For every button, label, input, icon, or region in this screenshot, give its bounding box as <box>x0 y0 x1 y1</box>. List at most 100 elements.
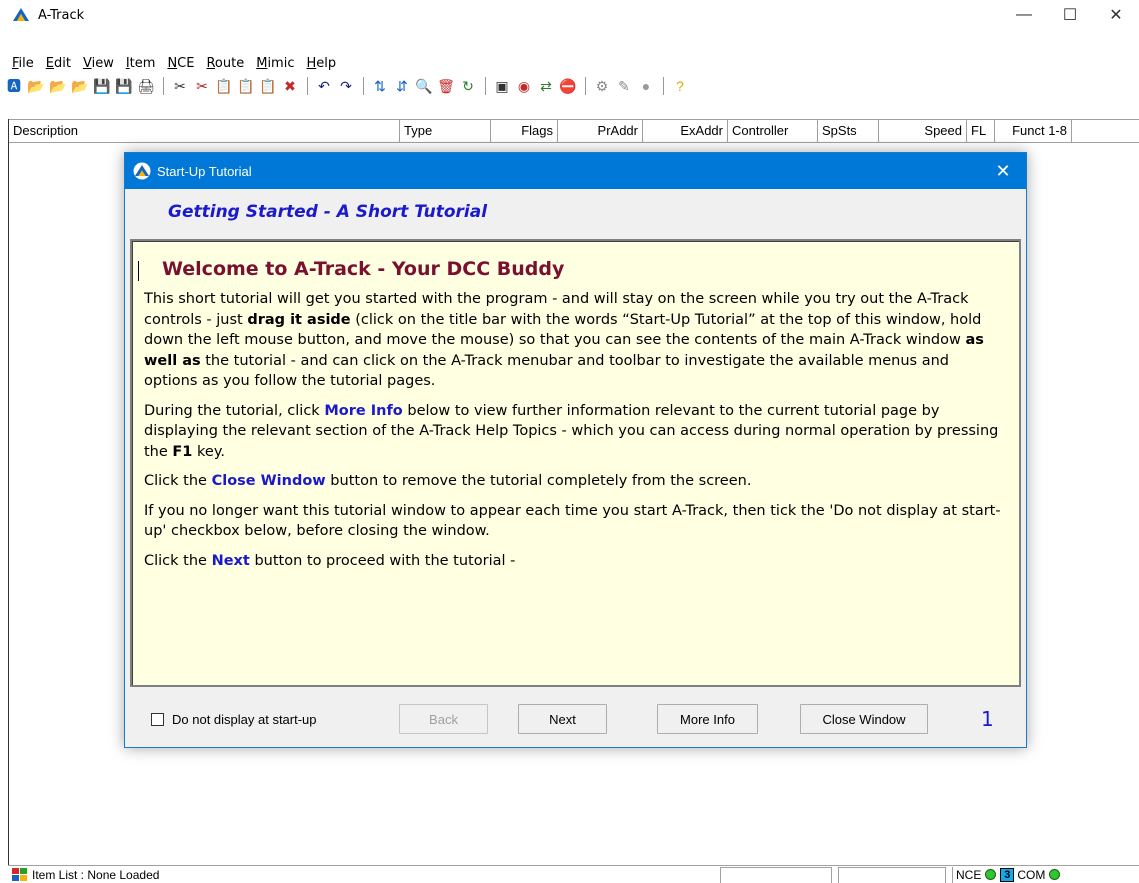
save-as-icon[interactable]: 💾 <box>114 77 134 95</box>
sort-icon[interactable]: ⇅ <box>370 77 390 95</box>
route-icon[interactable]: ⇄ <box>536 77 556 95</box>
menu-file[interactable]: File <box>6 56 40 71</box>
toolbar-separator <box>307 77 309 95</box>
close-icon: ✕ <box>995 160 1011 181</box>
find-icon[interactable]: 🔍 <box>414 77 434 95</box>
column-header-flags[interactable]: Flags <box>491 120 558 142</box>
more-info-button[interactable]: More Info <box>657 704 758 734</box>
checkbox-box[interactable] <box>151 713 164 726</box>
statusbar: Item List : None Loaded NCE 3 COM <box>8 865 1139 883</box>
tutorial-paragraph-4: If you no longer want this tutorial wind… <box>144 502 1001 540</box>
column-header-funct-1-8[interactable]: Funct 1-8 <box>995 120 1072 142</box>
menu-route[interactable]: Route <box>200 56 250 71</box>
column-header-type[interactable]: Type <box>400 120 491 142</box>
tutorial-dialog: Start-Up Tutorial ✕ Getting Started - A … <box>124 152 1027 748</box>
dialog-footer: Do not display at start-up Back Next Mor… <box>125 698 1026 738</box>
column-header-fl[interactable]: FL <box>967 120 995 142</box>
close-button[interactable]: ✕ <box>1093 0 1139 30</box>
list-left-border <box>8 119 9 865</box>
p5-text-2: button to proceed with the tutorial - <box>249 552 516 569</box>
trash-icon[interactable]: 🗑 <box>436 77 456 95</box>
p3-close-window: Close Window <box>211 473 326 489</box>
p2-f1-key: F1 <box>172 443 193 460</box>
copy-icon[interactable]: 📋 <box>214 77 234 95</box>
properties-icon[interactable]: ▣ <box>492 77 512 95</box>
column-header-praddr[interactable]: PrAddr <box>558 120 643 142</box>
item-list-icon <box>12 867 27 881</box>
menu-edit[interactable]: Edit <box>40 56 77 71</box>
next-button[interactable]: Next <box>518 704 607 734</box>
status-panel-2 <box>838 866 946 883</box>
menu-help[interactable]: Help <box>300 56 342 71</box>
paste-icon[interactable]: 📋 <box>258 77 278 95</box>
do-not-display-checkbox[interactable]: Do not display at start-up <box>151 712 317 727</box>
tutorial-paragraph-3: Click the Close Window button to remove … <box>144 471 1007 492</box>
menu-accelerator: N <box>167 55 178 71</box>
menu-nce[interactable]: NCE <box>161 56 200 71</box>
menu-label: oute <box>214 55 245 71</box>
cut-item-icon[interactable]: ✂ <box>192 77 212 95</box>
p5-next: Next <box>211 552 250 569</box>
toolbar-separator <box>163 77 165 95</box>
refresh-icon[interactable]: ↻ <box>458 77 478 95</box>
window-title: A-Track <box>38 7 85 23</box>
p2-more-info: More Info <box>324 402 403 419</box>
com-port-number: 3 <box>1000 867 1015 882</box>
maximize-button[interactable]: ☐ <box>1047 0 1093 30</box>
copy-item-icon[interactable]: 📋 <box>236 77 256 95</box>
column-header-speed[interactable]: Speed <box>879 120 967 142</box>
main-titlebar[interactable]: A-Track — ☐ ✕ <box>0 0 1139 30</box>
nce-label: NCE <box>956 867 982 882</box>
p3-text: Click the <box>144 473 212 489</box>
new-icon[interactable]: 🅰 <box>4 77 24 95</box>
text-caret <box>138 261 139 281</box>
delete-icon[interactable]: ✖ <box>280 77 300 95</box>
menu-mimic[interactable]: Mimic <box>250 56 300 71</box>
close-window-button[interactable]: Close Window <box>800 704 928 734</box>
stop-icon[interactable]: ⛔ <box>558 77 578 95</box>
com-led-icon <box>1049 869 1061 880</box>
toolbar-separator <box>663 77 665 95</box>
maximize-icon: ☐ <box>1062 7 1078 24</box>
cut-icon[interactable]: ✂ <box>170 77 190 95</box>
import-icon[interactable]: 📂 <box>70 77 90 95</box>
tutorial-heading: Welcome to A-Track - Your DCC Buddy <box>162 258 565 280</box>
menu-label: iew <box>91 55 114 71</box>
dialog-titlebar[interactable]: Start-Up Tutorial ✕ <box>125 153 1026 189</box>
tutorial-paragraph-1: This short tutorial will get you started… <box>144 289 1007 392</box>
back-button[interactable]: Back <box>399 704 488 734</box>
status-panel-1 <box>720 866 832 883</box>
p5-text: Click the <box>144 552 212 569</box>
menu-item[interactable]: Item <box>120 56 162 71</box>
dialog-title: Start-Up Tutorial <box>157 163 252 179</box>
menu-label: CE <box>177 55 195 71</box>
menu-accelerator: H <box>306 55 317 71</box>
tutorial-paragraph-5: Click the Next button to proceed with th… <box>144 551 1007 572</box>
redo-icon[interactable]: ↷ <box>336 77 356 95</box>
menu-accelerator: M <box>256 55 268 71</box>
menu-label: elp <box>316 55 337 71</box>
dialog-close-button[interactable]: ✕ <box>980 153 1026 189</box>
toolbar-separator <box>363 77 365 95</box>
column-header-spsts[interactable]: SpSts <box>818 120 879 142</box>
throttle-icon[interactable]: ⚙ <box>592 77 612 95</box>
target-icon[interactable]: ◉ <box>514 77 534 95</box>
undo-icon[interactable]: ↶ <box>314 77 334 95</box>
program-icon[interactable]: ✎ <box>614 77 634 95</box>
column-header-description[interactable]: Description <box>9 120 400 142</box>
nce-led-icon <box>985 869 997 880</box>
column-header-exaddr[interactable]: ExAddr <box>643 120 728 142</box>
print-icon[interactable]: 🖨 <box>136 77 156 95</box>
help-icon[interactable]: ? <box>670 77 690 95</box>
open-recent-icon[interactable]: 📂 <box>48 77 68 95</box>
minimize-button[interactable]: — <box>1001 0 1047 30</box>
com-label: COM <box>1017 867 1046 882</box>
toolbar-separator <box>585 77 587 95</box>
record-icon[interactable]: ● <box>636 77 656 95</box>
save-icon[interactable]: 💾 <box>92 77 112 95</box>
column-header-controller[interactable]: Controller <box>728 120 818 142</box>
menu-view[interactable]: View <box>77 56 120 71</box>
menu-accelerator: E <box>45 55 54 71</box>
open-icon[interactable]: 📂 <box>26 77 46 95</box>
sort-alt-icon[interactable]: ⇵ <box>392 77 412 95</box>
